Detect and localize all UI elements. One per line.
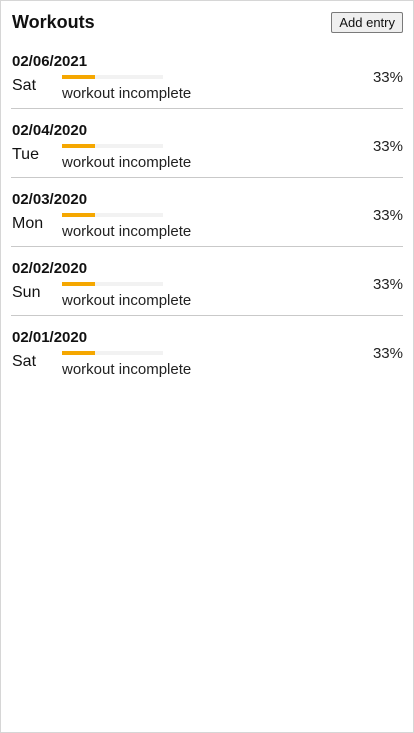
workout-row[interactable]: 02/01/2020 Sat workout incomplete 33%: [11, 316, 403, 384]
progress-bar: [62, 144, 163, 148]
workout-row[interactable]: 02/02/2020 Sun workout incomplete 33%: [11, 247, 403, 316]
progress-bar-fill: [62, 351, 96, 355]
workout-date: 02/03/2020: [12, 191, 88, 208]
progress-bar: [62, 351, 163, 355]
workout-day: Mon: [12, 215, 44, 232]
add-entry-button[interactable]: Add entry: [331, 12, 403, 33]
progress-bar-fill: [62, 282, 96, 286]
workout-row[interactable]: 02/06/2021 Sat workout incomplete 33%: [11, 40, 403, 109]
workout-date: 02/02/2020: [12, 260, 88, 277]
workout-status: workout incomplete: [62, 292, 192, 309]
workout-status: workout incomplete: [62, 223, 192, 240]
header: Workouts Add entry: [11, 11, 403, 37]
workout-percent: 33%: [372, 138, 403, 155]
workout-status: workout incomplete: [62, 361, 192, 378]
app-frame: Workouts Add entry 02/06/2021 Sat workou…: [0, 0, 414, 733]
workout-percent: 33%: [372, 345, 403, 362]
progress-bar-fill: [62, 213, 96, 217]
workout-status: workout incomplete: [62, 154, 192, 171]
workout-status: workout incomplete: [62, 85, 192, 102]
progress-bar: [62, 213, 163, 217]
workout-row[interactable]: 02/03/2020 Mon workout incomplete 33%: [11, 178, 403, 247]
progress-bar: [62, 282, 163, 286]
workout-date: 02/01/2020: [12, 329, 88, 346]
progress-bar: [62, 75, 163, 79]
progress-bar-fill: [62, 75, 96, 79]
workout-percent: 33%: [372, 207, 403, 224]
workout-date: 02/06/2021: [12, 53, 88, 70]
workout-day: Sat: [12, 77, 37, 94]
progress-bar-fill: [62, 144, 96, 148]
workout-percent: 33%: [372, 69, 403, 86]
workout-percent: 33%: [372, 276, 403, 293]
workout-list: 02/06/2021 Sat workout incomplete 33% 02…: [11, 40, 403, 384]
workout-day: Sat: [12, 353, 37, 370]
workout-date: 02/04/2020: [12, 122, 88, 139]
workout-row[interactable]: 02/04/2020 Tue workout incomplete 33%: [11, 109, 403, 178]
workout-day: Tue: [12, 146, 39, 163]
page-title: Workouts: [12, 12, 95, 32]
workout-day: Sun: [12, 284, 41, 301]
